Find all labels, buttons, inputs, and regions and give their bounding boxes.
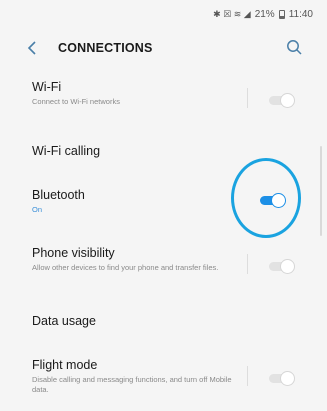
row-title: Data usage [32, 314, 96, 328]
header: CONNECTIONS [0, 28, 327, 68]
divider [247, 254, 248, 274]
settings-row-data-usage[interactable]: Data usage [0, 310, 327, 340]
flight-mode-toggle[interactable] [266, 370, 296, 386]
battery-percent: 21% [254, 8, 275, 20]
status-icons-glyphs: ✱ ☒ ≋ ◢ [213, 8, 251, 19]
status-bar: ✱ ☒ ≋ ◢ 21% 11:40 [0, 0, 327, 28]
row-title: Wi-Fi calling [32, 144, 101, 158]
settings-row-wifi[interactable]: Wi-Fi Connect to Wi-Fi networks [0, 76, 327, 126]
connections-screen: ✱ ☒ ≋ ◢ 21% 11:40 CONNECTIONS Wi-Fi Conn… [0, 0, 327, 411]
row-title: Phone visibility [32, 246, 115, 260]
toggle-thumb [280, 93, 295, 108]
settings-row-phone-visibility[interactable]: Phone visibility Allow other devices to … [0, 244, 327, 294]
search-icon[interactable] [285, 38, 305, 58]
status-icons: ✱ ☒ ≋ ◢ 21% 11:40 [213, 9, 313, 20]
chevron-left-icon[interactable] [22, 36, 42, 60]
row-subtitle: On [32, 205, 43, 214]
row-title: Flight mode [32, 358, 98, 372]
divider [247, 88, 248, 108]
row-subtitle: Allow other devices to find your phone a… [32, 263, 219, 272]
phone-visibility-toggle[interactable] [266, 258, 296, 274]
row-subtitle: Connect to Wi-Fi networks [32, 97, 120, 106]
row-subtitle: Disable calling and messaging functions,… [32, 375, 232, 394]
scrollbar[interactable] [320, 146, 322, 236]
page-title: CONNECTIONS [58, 41, 153, 55]
settings-row-flight-mode[interactable]: Flight mode Disable calling and messagin… [0, 356, 327, 406]
toggle-thumb [280, 371, 295, 386]
row-title: Wi-Fi [32, 80, 62, 94]
row-title: Bluetooth [32, 188, 85, 202]
battery-icon [278, 9, 285, 19]
wifi-toggle[interactable] [266, 92, 296, 108]
divider [247, 366, 248, 386]
highlight-ring [231, 158, 301, 238]
clock: 11:40 [288, 8, 313, 20]
toggle-thumb [280, 259, 295, 274]
